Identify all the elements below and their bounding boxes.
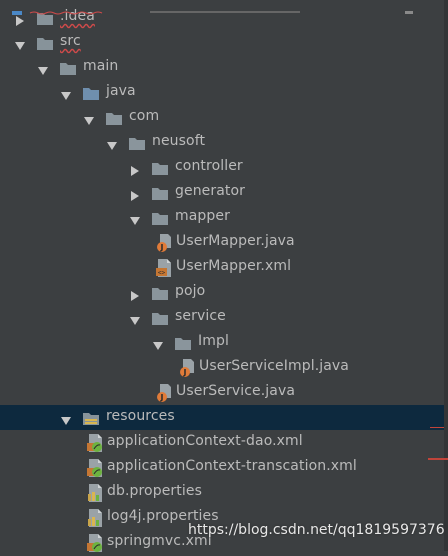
- collapsed-arrow-icon[interactable]: [129, 162, 141, 176]
- tree-folder-row[interactable]: generator: [0, 180, 444, 205]
- tree-folder-row[interactable]: neusoft: [0, 130, 444, 155]
- tree-folder-row[interactable]: main: [0, 55, 444, 80]
- tree-file-row[interactable]: J UserMapper.java: [0, 230, 444, 255]
- tree-item-label: applicationContext-transcation.xml: [107, 458, 357, 474]
- watermark: https://blog.csdn.net/qq1819597376: [188, 522, 445, 538]
- expanded-arrow-icon[interactable]: [129, 312, 141, 325]
- tree-file-row[interactable]: <> UserMapper.xml: [0, 255, 444, 280]
- package-icon: [105, 111, 123, 130]
- tree-item-label: java: [106, 83, 136, 99]
- project-tree[interactable]: .idea src main java com neusoft controller gene…: [0, 0, 444, 552]
- svg-text:J: J: [160, 393, 164, 402]
- tree-item-label: com: [129, 108, 160, 124]
- tree-folder-row[interactable]: java: [0, 80, 444, 105]
- top-cut-off-row: [0, 0, 420, 15]
- collapsed-arrow-icon[interactable]: [129, 287, 141, 301]
- expanded-arrow-icon[interactable]: [129, 212, 141, 225]
- tree-file-row[interactable]: J UserServiceImpl.java: [0, 355, 444, 380]
- tree-item-label: main: [83, 58, 119, 74]
- scrollbar[interactable]: [444, 0, 448, 551]
- expanded-arrow-icon[interactable]: [37, 62, 49, 75]
- tree-file-row[interactable]: db.properties: [0, 480, 444, 505]
- java-interface-icon: J: [156, 234, 172, 256]
- java-class-icon: J: [179, 359, 195, 381]
- error-marker: [428, 458, 448, 460]
- spring-xml-icon: [87, 534, 103, 556]
- folder-icon: [36, 36, 54, 55]
- tree-folder-row[interactable]: resources: [0, 405, 444, 430]
- tree-folder-row[interactable]: mapper: [0, 205, 444, 230]
- tree-item-label: UserMapper.xml: [176, 258, 292, 274]
- tree-item-label: generator: [175, 183, 246, 199]
- xml-file-icon: <>: [156, 259, 172, 281]
- tree-folder-row[interactable]: com: [0, 105, 444, 130]
- tree-item-label: controller: [175, 158, 243, 174]
- properties-file-icon: [87, 509, 103, 531]
- collapsed-arrow-icon[interactable]: [129, 187, 141, 201]
- svg-text:J: J: [160, 243, 164, 252]
- expanded-arrow-icon[interactable]: [60, 412, 72, 425]
- tree-file-row[interactable]: J UserService.java: [0, 380, 444, 405]
- folder-icon: [59, 61, 77, 80]
- tree-file-row[interactable]: applicationContext-dao.xml: [0, 430, 444, 455]
- tree-folder-row[interactable]: Impl: [0, 330, 444, 355]
- tree-folder-row[interactable]: src: [0, 30, 444, 55]
- package-icon: [151, 311, 169, 330]
- tree-folder-row[interactable]: controller: [0, 155, 444, 180]
- svg-text:J: J: [183, 368, 187, 377]
- tree-item-label: db.properties: [107, 483, 202, 499]
- java-interface-icon: J: [156, 384, 172, 406]
- package-icon: [151, 211, 169, 230]
- tree-item-label: UserMapper.java: [176, 233, 295, 249]
- tree-item-label: pojo: [175, 283, 206, 299]
- spring-xml-icon: [87, 434, 103, 456]
- expanded-arrow-icon[interactable]: [83, 112, 95, 125]
- tree-item-label: applicationContext-dao.xml: [107, 433, 303, 449]
- expanded-arrow-icon[interactable]: [106, 137, 118, 150]
- resources-folder-icon: [82, 411, 100, 430]
- tree-item-label: neusoft: [152, 133, 206, 149]
- spring-xml-icon: [87, 459, 103, 481]
- tree-item-label: service: [175, 308, 226, 324]
- tree-item-label: src: [60, 33, 81, 49]
- expanded-arrow-icon[interactable]: [14, 37, 26, 50]
- source-folder-icon: [82, 86, 100, 105]
- tree-file-row[interactable]: applicationContext-transcation.xml: [0, 455, 444, 480]
- properties-file-icon: [87, 484, 103, 506]
- package-icon: [151, 161, 169, 180]
- package-icon: [128, 136, 146, 155]
- tree-folder-row[interactable]: .idea: [0, 5, 444, 30]
- expanded-arrow-icon[interactable]: [152, 337, 164, 350]
- package-icon: [174, 336, 192, 355]
- tree-item-label: UserServiceImpl.java: [199, 358, 349, 374]
- tree-folder-row[interactable]: service: [0, 305, 444, 330]
- package-icon: [151, 186, 169, 205]
- tree-item-label: resources: [106, 408, 175, 424]
- tree-folder-row[interactable]: pojo: [0, 280, 444, 305]
- tree-item-label: UserService.java: [176, 383, 296, 399]
- expanded-arrow-icon[interactable]: [60, 87, 72, 100]
- svg-text:<>: <>: [158, 270, 166, 277]
- package-icon: [151, 286, 169, 305]
- tree-item-label: Impl: [198, 333, 229, 349]
- error-marker: [430, 427, 444, 428]
- tree-item-label: mapper: [175, 208, 230, 224]
